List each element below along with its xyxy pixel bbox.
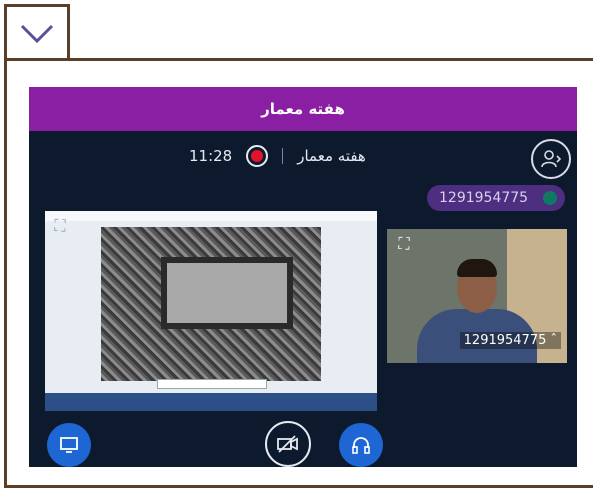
participant-id: 1291954775: [439, 190, 529, 206]
screen-share-button[interactable]: [47, 423, 91, 467]
camera-feed[interactable]: ⛶ 1291954775 ˆ: [387, 229, 567, 363]
camera-toggle-button[interactable]: [265, 421, 311, 467]
chevron-down-icon: [20, 24, 54, 44]
content-frame: هفته معمار 11:28 هفته معمار 1291954775 ⛶: [4, 58, 593, 488]
participants-button[interactable]: [531, 139, 571, 179]
collapse-toggle[interactable]: [4, 4, 70, 60]
session-info: 11:28 هفته معمار: [189, 143, 366, 169]
person-hair: [457, 259, 497, 277]
shared-screen[interactable]: ⛶: [45, 211, 377, 411]
window-bar: [45, 211, 377, 221]
participant-pill[interactable]: 1291954775: [427, 185, 565, 211]
divider: [282, 148, 284, 164]
shared-dialog: [157, 379, 267, 389]
record-icon[interactable]: [246, 145, 269, 167]
camera-label: 1291954775 ˆ: [459, 332, 561, 349]
shared-aerial-image: [101, 227, 321, 381]
status-dot: [543, 191, 557, 205]
session-name: هفته معمار: [297, 147, 366, 165]
screen-share-icon: [60, 437, 78, 453]
expand-icon[interactable]: ⛶: [49, 215, 71, 237]
audio-button[interactable]: [339, 423, 383, 467]
page-title: هفته معمار: [29, 87, 577, 131]
user-switch-icon: [541, 150, 562, 168]
headphones-icon: [352, 437, 370, 454]
shared-taskbar: [45, 393, 377, 411]
meeting-app: هفته معمار 11:28 هفته معمار 1291954775 ⛶: [29, 87, 577, 467]
expand-icon[interactable]: ⛶: [393, 233, 415, 255]
session-time: 11:28: [189, 147, 233, 165]
video-off-icon: [277, 435, 298, 453]
